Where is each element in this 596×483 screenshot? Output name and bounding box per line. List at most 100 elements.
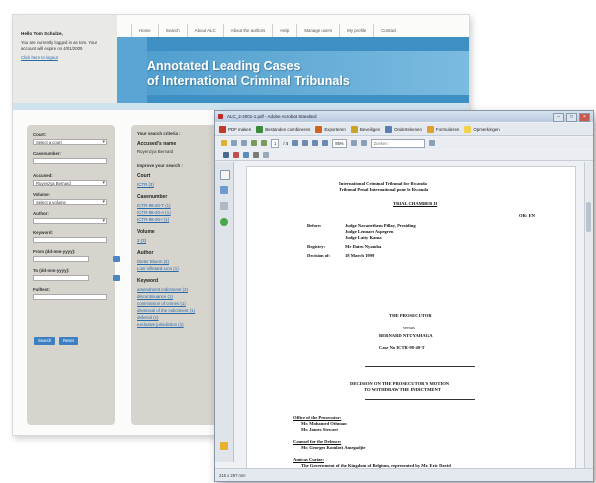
vertical-scrollbar[interactable]: [584, 162, 593, 468]
doc-office-prosecutor-label: Office of the Prosecutor:: [293, 415, 342, 420]
refine-volume-heading: Volume: [137, 229, 155, 235]
attachments-icon[interactable]: [220, 202, 228, 210]
nav-contact[interactable]: Contact: [373, 24, 403, 38]
to-date-input[interactable]: [33, 275, 89, 281]
zoom-select[interactable]: 85%: [332, 138, 347, 148]
refine-casenumber-item[interactable]: ICTR-98-40-T (1): [137, 203, 171, 208]
select-tool-icon[interactable]: [292, 140, 299, 146]
site-subbar: [13, 103, 469, 110]
secure-button[interactable]: Beveiligen: [350, 125, 380, 133]
acrobat-icon: [218, 114, 223, 119]
fulltext-input[interactable]: [33, 294, 107, 300]
nav-manage-users[interactable]: Manage users: [296, 24, 339, 38]
page-size: 215 x 297 mm: [219, 473, 246, 478]
refine-keyword-item[interactable]: discontinuance (1): [137, 294, 173, 299]
search-icon[interactable]: [428, 140, 435, 146]
refine-keyword-item[interactable]: amendment indictment (2): [137, 287, 188, 292]
open-folder-icon[interactable]: [221, 140, 227, 146]
reset-button[interactable]: Reset: [59, 337, 78, 345]
page-number-input[interactable]: 1: [271, 138, 280, 148]
cursor-icon[interactable]: [223, 152, 229, 158]
court-select[interactable]: Select a court: [33, 139, 107, 145]
refine-keyword-item[interactable]: dismissal of the indictment (1): [137, 308, 195, 313]
login-status: You are currently logged in as tom. Your…: [21, 40, 98, 51]
attach-icon[interactable]: [263, 152, 269, 158]
previous-page-icon[interactable]: [251, 140, 257, 146]
refine-keyword-item[interactable]: commission of crimes (1): [137, 301, 186, 306]
fit-page-icon[interactable]: [350, 140, 357, 146]
accused-select[interactable]: Ruyenzya Bernard: [33, 180, 107, 186]
task-toolbar: PDF maken Bestanden combineren Exportere…: [215, 123, 593, 136]
text-edit-icon[interactable]: [243, 152, 249, 158]
pages-panel-icon[interactable]: [220, 170, 230, 180]
signatures-icon[interactable]: [220, 218, 228, 226]
window-controls: – □ ×: [553, 113, 590, 122]
refine-court-item[interactable]: ICTR (3): [137, 182, 154, 187]
nav-search[interactable]: Search: [157, 24, 187, 38]
comments-panel-icon[interactable]: [220, 442, 228, 450]
volume-label: Volume:: [33, 192, 50, 197]
refine-author-item[interactable]: Loni Villetard-Linn (1): [137, 266, 179, 271]
refine-volume-item[interactable]: 2 (3): [137, 238, 146, 243]
close-button[interactable]: ×: [579, 113, 590, 122]
maximize-button[interactable]: □: [566, 113, 577, 122]
document-area[interactable]: International Criminal Tribunal for Rwan…: [234, 162, 585, 481]
sign-button[interactable]: Ondertekenen: [385, 125, 422, 133]
zoom-in-icon[interactable]: [322, 140, 329, 146]
from-date-input[interactable]: [33, 256, 89, 262]
refine-court-heading: Court: [137, 173, 151, 179]
keyword-input[interactable]: [33, 237, 107, 243]
refine-author-heading: Author: [137, 250, 154, 256]
stamp-icon[interactable]: [253, 152, 259, 158]
nav-about-authors[interactable]: About the authors: [222, 24, 273, 38]
nav-my-profile[interactable]: My profile: [339, 24, 373, 38]
doc-prosecutor-name: Mr. James Stewart: [301, 427, 338, 432]
casenumber-input[interactable]: [33, 158, 107, 164]
doc-registry-label: Registry:: [307, 244, 326, 249]
banner-stripe: [117, 37, 147, 103]
email-icon[interactable]: [241, 140, 247, 146]
nav-about-alc[interactable]: About ALC: [186, 24, 223, 38]
accused-name-heading: Accused's name: [137, 141, 177, 147]
bookmarks-icon[interactable]: [220, 186, 228, 194]
doc-tribunal-fr: Tribunal Penal International pour le Rwa…: [339, 187, 429, 192]
export-button[interactable]: Exporteren: [315, 125, 346, 133]
nav-help[interactable]: Help: [272, 24, 296, 38]
nav-home[interactable]: Home: [131, 24, 158, 38]
to-calendar-icon[interactable]: [113, 275, 120, 281]
from-date-label: From (dd-mm-yyyy):: [33, 249, 76, 254]
refine-author-item[interactable]: Dieter Bloem (2): [137, 259, 169, 264]
fit-width-icon[interactable]: [360, 140, 367, 146]
author-select[interactable]: [33, 218, 107, 224]
create-pdf-button[interactable]: PDF maken: [219, 125, 251, 133]
find-input[interactable]: Zoeken: [370, 138, 425, 148]
comments-button[interactable]: Opmerkingen: [464, 125, 500, 133]
refine-keyword-heading: Keyword: [137, 278, 159, 284]
criteria-title: Your search criteria :: [137, 131, 181, 136]
next-page-icon[interactable]: [261, 140, 267, 146]
logout-link[interactable]: Click here to logout: [21, 55, 113, 61]
refine-casenumber-item[interactable]: ICTR-98-40-A (1): [137, 210, 171, 215]
highlight-icon[interactable]: [233, 152, 239, 158]
volume-select[interactable]: Select a volume: [33, 199, 107, 205]
refine-keyword-item[interactable]: deferral (1): [137, 315, 158, 320]
scrollbar-thumb[interactable]: [586, 202, 591, 232]
keyword-label: Keyword:: [33, 230, 54, 235]
minimize-button[interactable]: –: [553, 113, 564, 122]
refine-keyword-item[interactable]: exclusive jurisdiction (1): [137, 322, 184, 327]
doc-judge: Judge Laity Kama: [345, 235, 382, 240]
search-button[interactable]: Search: [34, 337, 56, 345]
login-box: Hello Tom Schulze, You are currently log…: [13, 15, 117, 103]
forms-button[interactable]: Formulieren: [426, 125, 459, 133]
combine-files-button[interactable]: Bestanden combineren: [256, 125, 310, 133]
from-calendar-icon[interactable]: [113, 256, 120, 262]
to-date-label: To (dd-mm-yyyy):: [33, 268, 70, 273]
hand-tool-icon[interactable]: [302, 140, 309, 146]
doc-rule: [365, 399, 475, 400]
combine-icon: [256, 125, 264, 133]
zoom-out-icon[interactable]: [312, 140, 319, 146]
pdf-page: International Criminal Tribunal for Rwan…: [246, 166, 576, 481]
refine-casenumber-item[interactable]: ICTR-98-40-I (1): [137, 217, 169, 222]
print-icon[interactable]: [231, 140, 237, 146]
site-banner: Annotated Leading Cases of International…: [117, 37, 469, 103]
